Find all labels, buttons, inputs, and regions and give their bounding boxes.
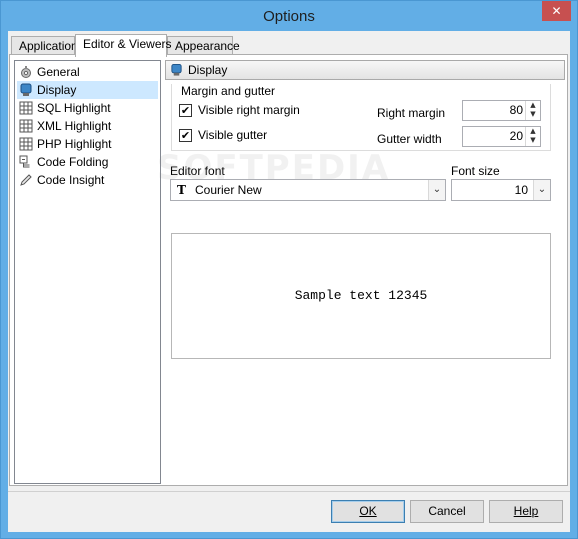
editor-font-combo[interactable]: T Courier New ⌄	[170, 179, 446, 201]
check-icon: ✔	[179, 129, 192, 142]
monitor-icon	[20, 83, 32, 96]
font-preview: Sample text 12345	[171, 233, 551, 359]
tab-label: Editor & Viewers	[83, 37, 172, 51]
category-label: Code Folding	[37, 155, 109, 169]
tab-strip: Application Editor & Viewers Appearance	[9, 34, 569, 57]
button-label: Cancel	[428, 504, 466, 518]
section-title: Display	[188, 63, 228, 77]
spinner-arrows[interactable]: ▲ ▼	[525, 127, 540, 146]
preview-text: Sample text 12345	[294, 288, 428, 303]
spinner-arrows[interactable]: ▲ ▼	[525, 101, 540, 120]
spin-up-icon[interactable]: ▲	[526, 101, 540, 110]
spinner-value: 80	[509, 103, 523, 117]
tab-editor-viewers[interactable]: Editor & Viewers	[75, 34, 171, 57]
ok-button[interactable]: OK	[331, 500, 405, 523]
category-list[interactable]: General Display SQL Highlight XML Highli…	[14, 60, 161, 484]
checkbox-label: Visible right margin	[198, 103, 300, 117]
tab-application[interactable]: Application	[11, 36, 78, 56]
category-label: Code Insight	[37, 173, 105, 187]
spin-down-icon[interactable]: ▼	[526, 110, 540, 119]
font-size-label: Font size	[451, 164, 500, 178]
category-item-general[interactable]: General	[17, 63, 158, 81]
button-label: OK	[359, 504, 377, 518]
category-item-display[interactable]: Display	[17, 81, 158, 99]
grid-icon	[19, 137, 33, 151]
group-title: Margin and gutter	[180, 84, 277, 98]
window-title: Options	[263, 8, 315, 25]
spinner-value: 20	[509, 129, 523, 143]
chevron-down-icon[interactable]: ⌄	[533, 180, 550, 200]
category-label: General	[37, 65, 80, 79]
right-margin-label: Right margin	[377, 106, 446, 120]
font-size-combo[interactable]: 10 ⌄	[451, 179, 551, 201]
tab-label: Appearance	[175, 39, 240, 53]
gutter-width-spinner[interactable]: 20 ▲ ▼	[462, 126, 541, 147]
category-item-code-folding[interactable]: Code Folding	[17, 153, 158, 171]
dialog-client-area: Application Editor & Viewers Appearance …	[8, 31, 570, 532]
spin-down-icon[interactable]: ▼	[526, 136, 540, 145]
category-label: PHP Highlight	[37, 137, 112, 151]
options-window: Options ✕ Application Editor & Viewers A…	[0, 0, 578, 539]
combo-value: 10	[514, 183, 528, 197]
category-item-xml-highlight[interactable]: XML Highlight	[17, 117, 158, 135]
combo-value: Courier New	[195, 183, 262, 197]
gears-icon	[21, 66, 31, 78]
button-label: Help	[513, 504, 539, 518]
category-item-sql-highlight[interactable]: SQL Highlight	[17, 99, 158, 117]
editor-font-label: Editor font	[170, 164, 225, 178]
grid-icon	[19, 119, 33, 133]
visible-gutter-checkbox[interactable]: ✔ Visible gutter	[179, 128, 267, 144]
tab-appearance[interactable]: Appearance	[167, 36, 240, 56]
close-button[interactable]: ✕	[542, 1, 571, 21]
monitor-icon	[171, 63, 182, 76]
check-icon: ✔	[179, 104, 192, 117]
checkbox-label: Visible gutter	[198, 128, 268, 142]
grid-icon	[19, 101, 33, 115]
help-button[interactable]: Help	[489, 500, 563, 523]
visible-right-margin-checkbox[interactable]: ✔ Visible right margin	[179, 103, 300, 119]
tab-panel: General Display SQL Highlight XML Highli…	[9, 54, 568, 486]
category-item-code-insight[interactable]: Code Insight	[17, 171, 158, 189]
spin-up-icon[interactable]: ▲	[526, 127, 540, 136]
chevron-down-icon[interactable]: ⌄	[428, 180, 445, 200]
category-label: SQL Highlight	[37, 101, 111, 115]
code-folding-icon	[19, 155, 30, 168]
truetype-font-icon: T	[177, 183, 186, 197]
gutter-width-label: Gutter width	[377, 132, 442, 146]
close-icon: ✕	[551, 4, 562, 18]
divider	[8, 491, 570, 492]
section-header: Display	[165, 60, 565, 80]
category-label: Display	[37, 83, 77, 97]
cancel-button[interactable]: Cancel	[410, 500, 484, 523]
category-item-php-highlight[interactable]: PHP Highlight	[17, 135, 158, 153]
pencil-icon	[20, 174, 32, 186]
category-label: XML Highlight	[37, 119, 112, 133]
right-margin-spinner[interactable]: 80 ▲ ▼	[462, 100, 541, 121]
title-bar[interactable]: Options	[1, 1, 577, 31]
tab-label: Application	[19, 39, 78, 53]
